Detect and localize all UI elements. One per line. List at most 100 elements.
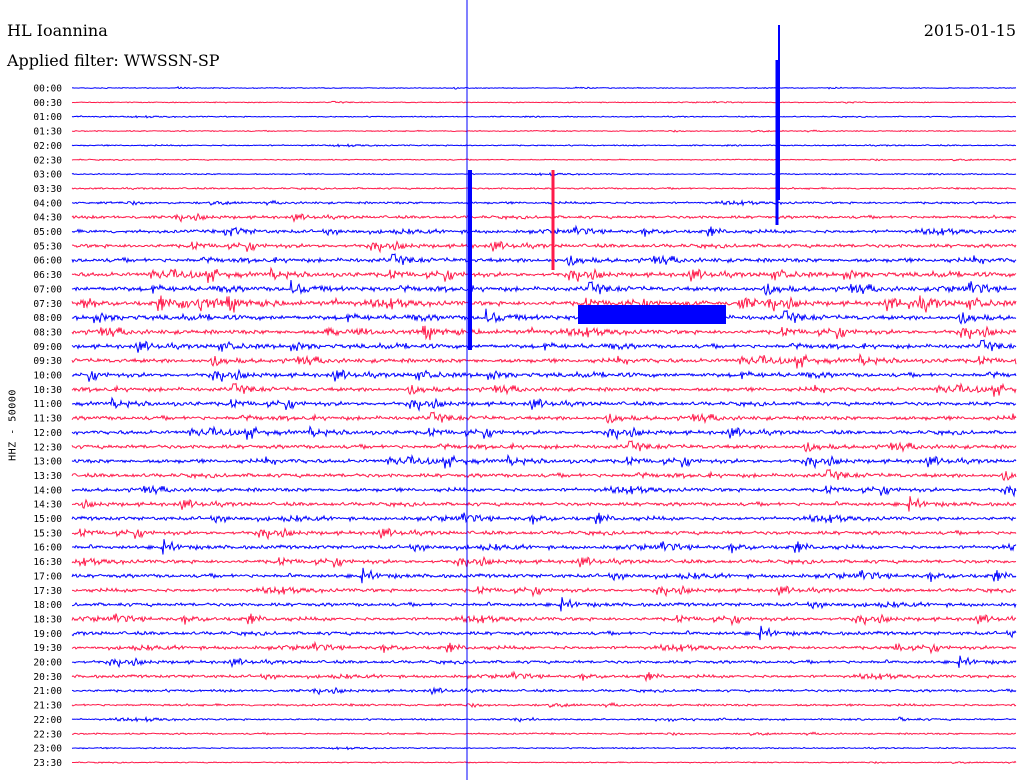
- row-label: 04:00: [33, 198, 62, 209]
- row-label: 18:30: [33, 614, 62, 625]
- trace-row-1800: [72, 597, 1017, 612]
- trace-row-0100: [71, 114, 1017, 119]
- trace-row-1530: [71, 527, 1017, 541]
- row-label: 22:00: [33, 715, 62, 726]
- trace-row-0930: [71, 353, 1017, 369]
- trace-row-0400: [71, 199, 1017, 207]
- row-label: 06:30: [33, 270, 62, 281]
- trace-row-1600: [72, 539, 1017, 555]
- row-label: 05:30: [33, 241, 62, 252]
- row-label: 01:30: [33, 127, 62, 138]
- trace-row-0730: [71, 295, 1017, 313]
- row-label: 09:00: [33, 342, 62, 353]
- trace-row-2200: [71, 716, 1017, 723]
- row-label-group: 00:00 00:30 01:00 01:30 02:00 02:30 03:00 03:30…: [33, 84, 62, 769]
- row-label: 21:00: [33, 686, 62, 697]
- trace-row-1330: [71, 468, 1017, 482]
- row-label: 22:30: [33, 729, 62, 740]
- row-label: 12:30: [33, 442, 62, 453]
- row-label: 21:30: [33, 701, 62, 712]
- trace-group: [71, 25, 1017, 765]
- row-label: 00:30: [33, 98, 62, 109]
- row-label: 13:30: [33, 471, 62, 482]
- trace-row-1400: [71, 484, 1017, 498]
- trace-row-1500: [71, 512, 1017, 525]
- row-label: 15:00: [33, 514, 62, 525]
- trace-row-0830: [71, 325, 1017, 341]
- row-label: 07:30: [33, 299, 62, 310]
- row-label: 17:30: [33, 586, 62, 597]
- trace-row-0530: [71, 240, 1017, 254]
- trace-row-0630: [71, 266, 1017, 283]
- trace-row-1430: [71, 496, 1017, 512]
- row-label: 02:30: [33, 155, 62, 166]
- trace-row-0330: [71, 186, 1017, 191]
- row-label: 20:30: [33, 672, 62, 683]
- row-label: 12:00: [33, 428, 62, 439]
- trace-row-0030: [71, 100, 1016, 104]
- trace-row-1900: [71, 625, 1017, 641]
- row-label: 17:00: [33, 571, 62, 582]
- trace-row-0500: [71, 224, 1017, 237]
- trace-row-0200: [71, 143, 1017, 148]
- row-label: 16:30: [33, 557, 62, 568]
- row-label: 06:00: [33, 256, 62, 267]
- row-label: 23:30: [33, 758, 62, 769]
- row-label: 08:30: [33, 327, 62, 338]
- row-label: 11:30: [33, 414, 62, 425]
- trace-row-1630: [71, 555, 1017, 570]
- row-label: 00:00: [33, 84, 62, 95]
- trace-row-1930: [71, 640, 1017, 655]
- trace-row-0430: [71, 212, 1017, 223]
- row-label: 19:00: [33, 629, 62, 640]
- row-label: 10:30: [33, 385, 62, 396]
- row-label: 04:30: [33, 213, 62, 224]
- row-label: 20:00: [33, 658, 62, 669]
- row-label: 09:30: [33, 356, 62, 367]
- trace-row-1230: [71, 440, 1017, 453]
- row-label: 14:00: [33, 485, 62, 496]
- row-label: 10:00: [33, 371, 62, 382]
- trace-row-2230: [71, 731, 1017, 737]
- row-label: 05:00: [33, 227, 62, 238]
- trace-row-0300: [71, 171, 1017, 177]
- trace-row-1730: [71, 584, 1017, 598]
- trace-row-2300: [71, 745, 1017, 751]
- row-label: 07:00: [33, 284, 62, 295]
- trace-row-1100: [71, 396, 1017, 412]
- trace-row-1130: [71, 411, 1017, 425]
- trace-row-1700: [71, 567, 1017, 584]
- row-label: 14:30: [33, 500, 62, 511]
- row-label: 15:30: [33, 528, 62, 539]
- row-label: 03:00: [33, 170, 62, 181]
- row-label: 18:00: [33, 600, 62, 611]
- row-label: 03:30: [33, 184, 62, 195]
- trace-row-0000: [71, 85, 1017, 90]
- trace-row-2030: [71, 670, 1017, 683]
- trace-row-1030: [71, 382, 1017, 397]
- trace-row-0130: [71, 129, 1017, 133]
- row-label: 08:00: [33, 313, 62, 324]
- row-label: 19:30: [33, 643, 62, 654]
- trace-row-0700: [71, 279, 1017, 296]
- trace-row-1200: [71, 425, 1017, 441]
- row-label: 11:00: [33, 399, 62, 410]
- trace-row-2130: [71, 701, 1017, 709]
- trace-row-0800: [71, 308, 1017, 325]
- trace-row-2100: [71, 686, 1017, 696]
- trace-row-1300: [71, 453, 1017, 470]
- seismogram-plot: 00:00 00:30 01:00 01:30 02:00 02:30 03:00 03:30…: [33, 0, 1017, 780]
- trace-row-1000: [71, 368, 1017, 382]
- trace-row-2000: [71, 655, 1017, 669]
- trace-row-0900: [71, 339, 1017, 353]
- row-label: 16:00: [33, 543, 62, 554]
- trace-row-0600: [71, 253, 1017, 267]
- trace-row-0230: [71, 158, 1017, 162]
- row-label: 02:00: [33, 141, 62, 152]
- row-label: 01:00: [33, 112, 62, 123]
- row-label: 13:00: [33, 457, 62, 468]
- row-label: 23:00: [33, 744, 62, 755]
- trace-row-1830: [71, 613, 1017, 627]
- event-burst: [578, 305, 726, 324]
- trace-row-2330: [72, 760, 1017, 765]
